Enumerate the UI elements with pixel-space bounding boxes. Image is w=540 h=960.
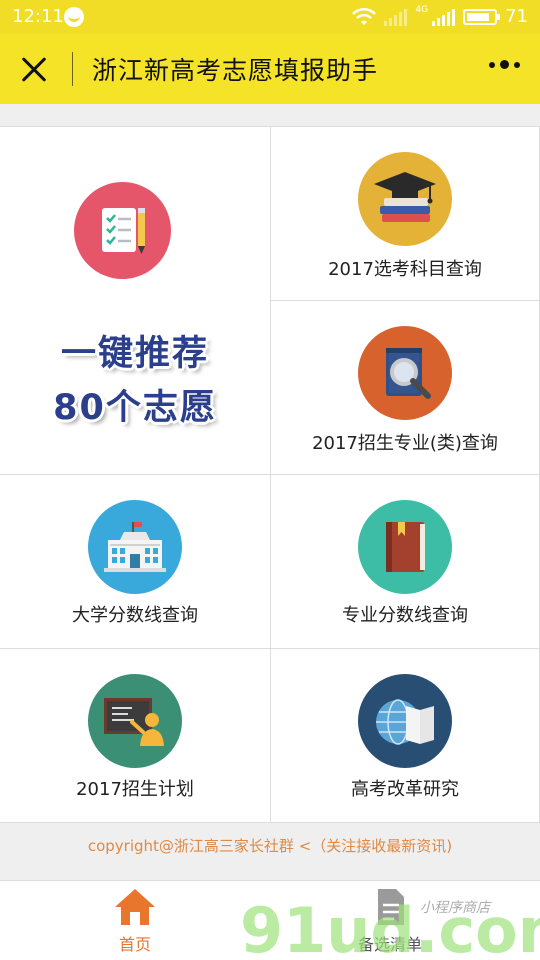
close-icon[interactable] xyxy=(16,51,54,89)
checklist-pencil-icon xyxy=(74,182,171,279)
globe-book-icon xyxy=(358,674,452,768)
battery-level: 71 xyxy=(505,6,528,27)
promo-line-2: 80个志愿 xyxy=(53,388,217,428)
page-title: 浙江新高考志愿填报助手 xyxy=(92,56,379,85)
tab-home[interactable]: 首页 xyxy=(75,881,195,960)
tab-shortlist[interactable]: 备选清单 xyxy=(330,881,450,960)
copyright-link[interactable]: copyright@浙江高三家长社群 <（关注接收最新资讯) xyxy=(0,835,540,856)
tab-shortlist-label: 备选清单 xyxy=(357,935,422,954)
gaokao-reform-research-label: 高考改革研究 xyxy=(351,779,459,800)
signal-icon-sim1 xyxy=(384,8,408,26)
subject-selection-query-label: 2017选考科目查询 xyxy=(328,259,482,280)
title-divider xyxy=(72,52,73,86)
tab-home-label: 首页 xyxy=(118,935,151,954)
notification-icon xyxy=(64,7,84,27)
enrollment-plan-card[interactable]: 2017招生计划 xyxy=(0,649,271,823)
teacher-board-icon xyxy=(88,674,182,768)
more-options-icon[interactable] xyxy=(489,60,520,69)
subject-selection-query-card[interactable]: 2017选考科目查询 xyxy=(271,127,540,301)
bottom-tab-bar: 首页 备选清单 xyxy=(0,880,540,960)
gaokao-reform-research-card[interactable]: 高考改革研究 xyxy=(271,649,540,823)
major-query-card[interactable]: 2017招生专业(类)查询 xyxy=(271,301,540,475)
status-bar: 12:11 4G 71 xyxy=(0,0,540,34)
university-score-query-label: 大学分数线查询 xyxy=(72,605,198,626)
recommend-volunteers-card[interactable]: 一键推荐 80个志愿 xyxy=(0,127,271,475)
network-type: 4G xyxy=(415,5,429,15)
promo-line-1: 一键推荐 xyxy=(60,334,209,374)
home-icon xyxy=(115,889,155,925)
major-query-label: 2017招生专业(类)查询 xyxy=(312,433,498,454)
battery-icon xyxy=(463,8,501,25)
title-bar: 浙江新高考志愿填报助手 xyxy=(0,34,540,104)
university-score-query-card[interactable]: 大学分数线查询 xyxy=(0,475,271,649)
enrollment-plan-label: 2017招生计划 xyxy=(76,779,194,800)
status-indicators: 4G 71 xyxy=(352,6,528,27)
signal-icon-sim2 xyxy=(432,8,456,26)
book-icon xyxy=(358,500,452,594)
wifi-icon xyxy=(352,7,377,25)
major-score-query-label: 专业分数线查询 xyxy=(342,605,468,626)
book-magnifier-icon xyxy=(358,326,452,420)
university-building-icon xyxy=(88,500,182,594)
graduation-cap-books-icon xyxy=(358,152,452,246)
status-time: 12:11 xyxy=(12,6,64,27)
document-icon xyxy=(378,889,404,925)
feature-grid: 一键推荐 80个志愿 2017选考科目查询 2017招生专业(类)查询 大学分数… xyxy=(0,126,540,823)
major-score-query-card[interactable]: 专业分数线查询 xyxy=(271,475,540,649)
